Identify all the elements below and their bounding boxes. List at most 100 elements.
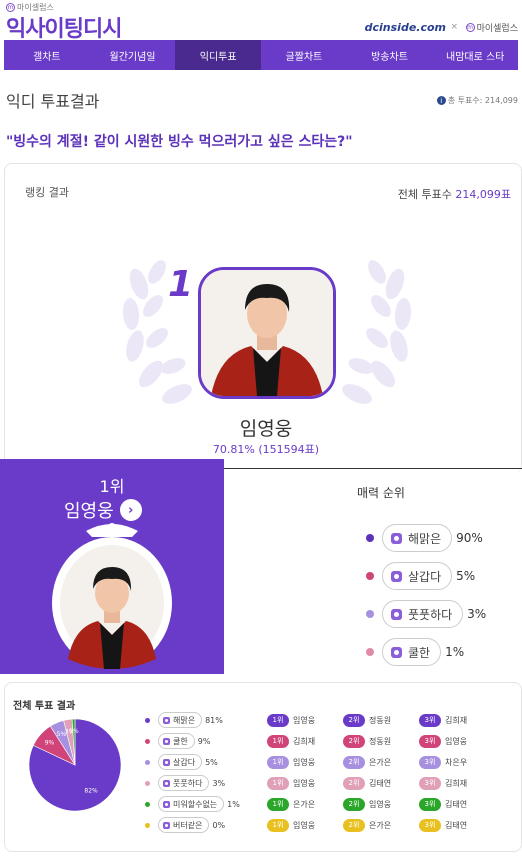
overall-results-title: 전체 투표 결과 [13, 701, 76, 712]
keyword-label: 미워할수없는 [173, 799, 218, 809]
keyword-pill[interactable]: 풋풋하다 [158, 775, 210, 791]
keyword-label: 버터같은 [173, 820, 203, 830]
charm-pill[interactable]: 쿨한 [382, 638, 442, 666]
rank-name: 김태연 [445, 820, 468, 830]
nav-item-post-chart[interactable]: 글짤차트 [261, 40, 347, 70]
rank-badge: 1위 [267, 776, 289, 790]
charm-item[interactable]: 살갑다 5% [366, 562, 475, 590]
legend-dot-icon [145, 780, 150, 786]
keyword-pill[interactable]: 해맑은 [158, 712, 203, 728]
panel-rank: 1위 [99, 477, 125, 496]
nav-item-gallery-chart[interactable]: 갤차트 [4, 40, 90, 70]
rank-entry[interactable]: 1위 임영웅 [267, 713, 315, 727]
info-icon: i [436, 96, 446, 105]
rank-badge: 2위 [343, 713, 365, 727]
nav-item-my-star[interactable]: 내맘대로 스타 [432, 40, 518, 70]
keyword-pct: 81% [205, 715, 223, 725]
winner-photo[interactable] [198, 267, 336, 399]
rank-entry[interactable]: 3위 차은우 [419, 755, 467, 769]
mirror-frame-icon [52, 523, 172, 669]
rank-badge: 2위 [343, 797, 365, 811]
keyword-pct: 3% [212, 778, 226, 788]
keyword-icon [391, 570, 402, 582]
rank-name: 임영웅 [369, 799, 392, 809]
keyword-icon [163, 779, 170, 787]
legend-dot-icon [145, 759, 150, 765]
legend-dot-icon [145, 801, 150, 807]
charm-pill[interactable]: 해맑은 [382, 524, 453, 552]
overall-result-row[interactable]: 버터같은 0% [145, 816, 225, 834]
overall-result-row[interactable]: 해맑은 81% [145, 711, 223, 729]
overall-result-row[interactable]: 미워할수없는 1% [145, 795, 240, 813]
chevron-right-icon[interactable]: › [119, 499, 142, 521]
rank-entry[interactable]: 1위 은가은 [267, 797, 315, 811]
charm-item[interactable]: 풋풋하다 3% [366, 600, 486, 628]
keyword-pill[interactable]: 살갑다 [158, 754, 203, 770]
main-nav: 갤차트 월간기념일 익디투표 글짤차트 방송차트 내맘대로 스타 [4, 40, 518, 70]
rank-name: 김태연 [369, 778, 392, 788]
rank-badge: 1위 [267, 713, 289, 727]
rank-entry[interactable]: 1위 임영웅 [267, 818, 315, 832]
charm-dot-icon [366, 572, 374, 580]
mycelebs-logo[interactable]: m 마이셀럽스 [465, 21, 518, 34]
rank-name: 임영웅 [293, 715, 316, 725]
ranking-total-value: 214,099표 [455, 188, 511, 201]
rank-entry[interactable]: 2위 은가은 [343, 818, 391, 832]
nav-item-monthly-anniversary[interactable]: 월간기념일 [90, 40, 176, 70]
rank-entry[interactable]: 3위 김태연 [419, 797, 467, 811]
logo-separator: × [450, 22, 458, 32]
rank-entry[interactable]: 1위 임영웅 [267, 776, 315, 790]
rank-name: 정동원 [369, 715, 392, 725]
rank-name: 은가은 [293, 799, 316, 809]
overall-results-card: 전체 투표 결과 82% 9% 5% 3% 1% 해맑은 81% 1위 임영웅 2위 정동원 3위 김… [4, 682, 522, 852]
overall-result-row[interactable]: 쿨한 9% [145, 732, 210, 750]
charm-label: 살갑다 [408, 569, 442, 584]
page-title: 익디 투표결과 [6, 92, 100, 111]
dcinside-logo[interactable]: dcinside.com [365, 21, 446, 34]
charm-pill[interactable]: 풋풋하다 [382, 600, 464, 628]
site-logo[interactable]: 익사이팅디시 [6, 11, 122, 43]
winner-photo-image [201, 270, 333, 396]
nav-item-vote[interactable]: 익디투표 [175, 40, 262, 70]
rank-entry[interactable]: 3위 김희재 [419, 713, 467, 727]
rank-name: 김희재 [445, 778, 468, 788]
rank-entry[interactable]: 2위 은가은 [343, 755, 391, 769]
keyword-pill[interactable]: 미워할수없는 [158, 796, 225, 812]
total-votes-summary: i 총 투표수: 214,099 [436, 95, 518, 106]
keyword-label: 쿨한 [173, 736, 188, 746]
charm-item[interactable]: 해맑은 90% [366, 524, 483, 552]
rank-name: 차은우 [445, 757, 468, 767]
legend-dot-icon [145, 738, 150, 744]
rank-entry[interactable]: 3위 김희재 [419, 776, 467, 790]
rank-entry[interactable]: 2위 임영웅 [343, 797, 391, 811]
winner-name: 임영웅 [239, 418, 293, 440]
pie-slice-label: 1% [69, 728, 79, 735]
rank-badge: 3위 [419, 818, 441, 832]
keyword-icon [163, 821, 170, 829]
ranking-label: 랭킹 결과 [25, 186, 69, 199]
ranking-total-label: 전체 투표수 [397, 188, 452, 201]
charm-pill[interactable]: 살갑다 [382, 562, 453, 590]
charm-label: 해맑은 [408, 531, 442, 546]
pie-slice-label: 9% [45, 740, 55, 747]
rank-entry[interactable]: 3위 임영웅 [419, 734, 467, 748]
overall-result-row[interactable]: 풋풋하다 3% [145, 774, 225, 792]
keyword-pill[interactable]: 쿨한 [158, 733, 195, 749]
vote-question: "빙수의 계절! 같이 시원한 빙수 먹으러가고 싶은 스타는?" [6, 134, 353, 150]
rank-entry[interactable]: 2위 김태연 [343, 776, 391, 790]
keyword-label: 살갑다 [173, 757, 196, 767]
rank-entry[interactable]: 1위 임영웅 [267, 755, 315, 769]
rank-entry[interactable]: 2위 정동원 [343, 713, 391, 727]
rank-entry[interactable]: 1위 김희재 [267, 734, 315, 748]
charm-item[interactable]: 쿨한 1% [366, 638, 464, 666]
overall-result-row[interactable]: 살갑다 5% [145, 753, 218, 771]
total-votes-small: 총 투표수: 214,099 [447, 96, 518, 105]
winner-percentage: 70.81% (151594표) [212, 443, 320, 456]
rank-entry[interactable]: 2위 정동원 [343, 734, 391, 748]
keyword-pct: 9% [197, 736, 211, 746]
rank-name: 임영웅 [445, 736, 468, 746]
site-header: m 마이셀럽스 익사이팅디시 dcinside.com × m 마이셀럽스 [0, 0, 522, 43]
rank-entry[interactable]: 3위 김태연 [419, 818, 467, 832]
keyword-pill[interactable]: 버터같은 [158, 817, 210, 833]
nav-item-broadcast-chart[interactable]: 방송차트 [347, 40, 433, 70]
